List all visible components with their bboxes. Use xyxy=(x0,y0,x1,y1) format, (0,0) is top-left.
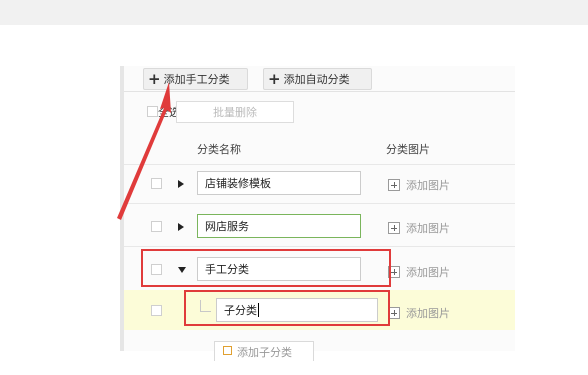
red-arrow-icon xyxy=(117,82,171,220)
annotation-arrow xyxy=(117,82,171,220)
